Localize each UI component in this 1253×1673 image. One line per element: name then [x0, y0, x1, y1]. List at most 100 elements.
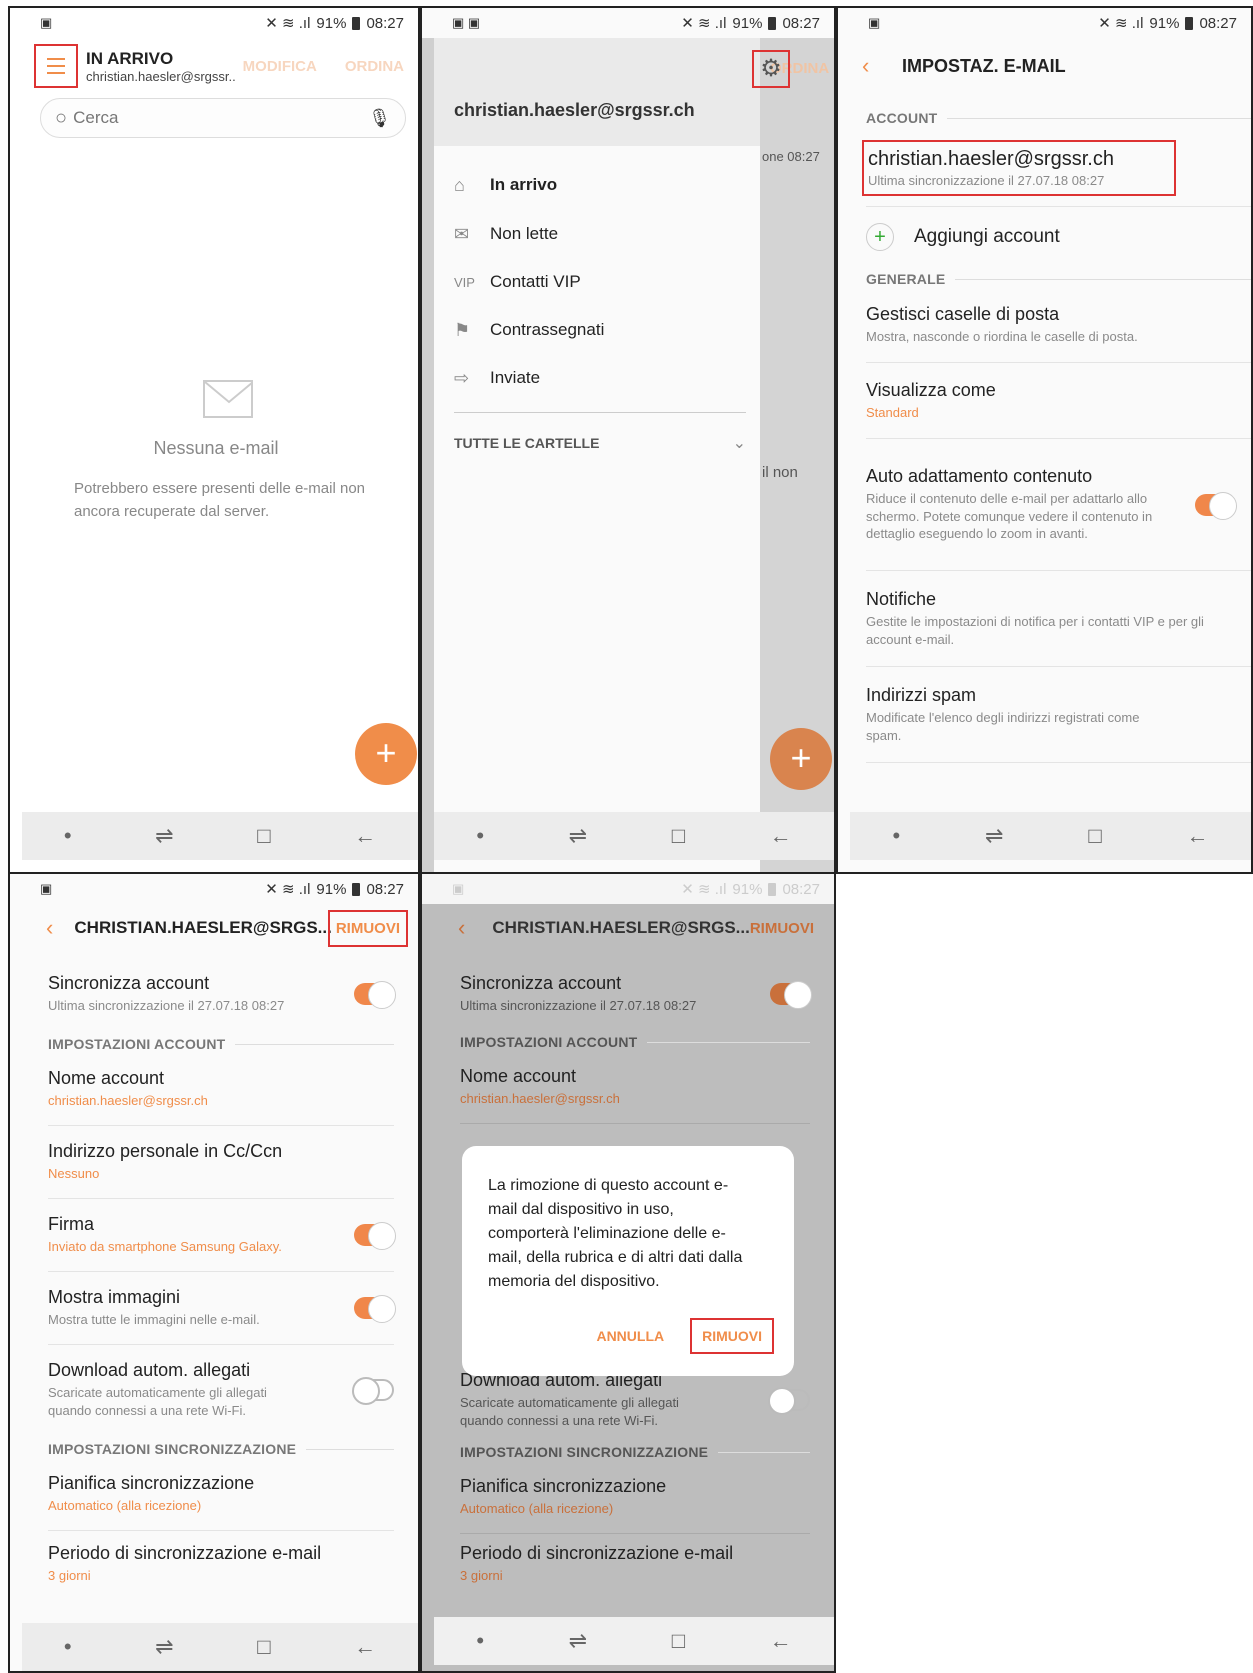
nav-bar: • ⇌ □ ←	[850, 812, 1251, 860]
battery-icon	[1185, 16, 1194, 30]
cancel-button[interactable]: ANNULLA	[596, 1328, 664, 1344]
recent-apps-icon[interactable]: ⇌	[155, 1634, 173, 1660]
back-arrow-icon[interactable]: ‹	[46, 915, 74, 941]
sync-toggle[interactable]	[354, 981, 396, 1009]
row-view-as[interactable]: Visualizza come Standard	[866, 363, 1251, 439]
row-cc-bcc[interactable]: Indirizzo personale in Cc/Ccn Nessuno	[48, 1126, 394, 1199]
row-auto-fit[interactable]: Auto adattamento contenuto Riduce il cont…	[866, 439, 1251, 571]
panel-account-settings: ▣ ✕ ≋ .ıl 91% 08:27 ‹ CHRISTIAN.HAESLER@SRG…	[8, 872, 420, 1673]
mic-icon[interactable]: 🎙	[368, 108, 391, 129]
dot-icon[interactable]: •	[64, 1634, 72, 1660]
home-icon[interactable]: □	[257, 823, 270, 849]
status-icons: ✕ ≋ .ıl	[265, 881, 311, 898]
row-auto-download[interactable]: Download autom. allegati Scaricate automa…	[48, 1345, 394, 1435]
nav-bar: • ⇌ □ ←	[434, 812, 834, 860]
dot-icon[interactable]: •	[476, 1628, 484, 1654]
auto-download-toggle[interactable]	[352, 1377, 394, 1405]
back-icon[interactable]: ←	[770, 823, 792, 849]
back-icon[interactable]: ←	[354, 1634, 376, 1660]
row-account-name[interactable]: Nome account christian.haesler@srgssr.ch	[460, 1050, 810, 1124]
confirm-remove-button[interactable]: RIMUOVI	[690, 1318, 774, 1354]
home-icon[interactable]: □	[672, 823, 685, 849]
chevron-down-icon: ⌄	[732, 435, 746, 452]
battery-icon	[352, 882, 361, 896]
panel-drawer: ▣ ▣ ✕ ≋ .ıl 91% 08:27 ORDINA one 08:27 il n…	[420, 6, 836, 874]
menu-button[interactable]	[34, 44, 78, 88]
gallery-icon: ▣	[868, 15, 881, 30]
row-sync-period[interactable]: Periodo di sincronizzazione e-mail 3 gior…	[460, 1534, 810, 1594]
vip-icon: VIP	[454, 274, 475, 290]
gallery-icon: ▣ ▣	[452, 15, 481, 30]
row-show-images[interactable]: Mostra immagini Mostra tutte le immagini …	[48, 1272, 396, 1345]
sort-button[interactable]: ORDINA	[345, 58, 404, 75]
row-manage-mailboxes[interactable]: Gestisci caselle di posta Mostra, nascond…	[866, 287, 1251, 363]
unread-mail-icon: ✉	[454, 223, 470, 244]
recent-apps-icon[interactable]: ⇌	[155, 823, 173, 849]
panel-email-settings: ▣ ✕ ≋ .ıl 91% 08:27 ‹ IMPOSTAZ. E-MAIL ACCO…	[836, 6, 1253, 874]
remove-button[interactable]: RIMUOVI	[750, 920, 814, 937]
home-icon[interactable]: □	[1088, 823, 1101, 849]
row-sync-account[interactable]: Sincronizza account Ultima sincronizzazio…	[460, 962, 812, 1026]
row-sync-account[interactable]: Sincronizza account Ultima sincronizzazio…	[48, 962, 396, 1026]
search-bar[interactable]: ○ Cerca 🎙	[40, 98, 406, 138]
all-folders-toggle[interactable]: TUTTE LE CARTELLE ⌄	[454, 433, 760, 453]
nav-bar: • ⇌ □ ←	[22, 1623, 418, 1671]
signature-toggle[interactable]	[354, 1222, 396, 1250]
back-arrow-icon[interactable]: ‹	[458, 915, 492, 941]
drawer-item-unread[interactable]: ✉ Non lette	[454, 210, 760, 258]
drawer-item-vip[interactable]: VIP Contatti VIP	[454, 258, 760, 306]
section-sync-settings: IMPOSTAZIONI SINCRONIZZAZIONE	[48, 1441, 394, 1457]
drawer-item-inbox[interactable]: ⌂ In arrivo	[454, 160, 760, 210]
row-signature[interactable]: Firma Inviato da smartphone Samsung Galax…	[48, 1199, 396, 1272]
row-account-name[interactable]: Nome account christian.haesler@srgssr.ch	[48, 1052, 394, 1126]
home-icon[interactable]: □	[672, 1628, 685, 1654]
section-general: GENERALE	[866, 271, 1251, 287]
dot-icon[interactable]: •	[476, 823, 484, 849]
row-spam-addresses[interactable]: Indirizzi spam Modificate l'elenco degli …	[866, 667, 1251, 763]
compose-button[interactable]: +	[770, 728, 832, 790]
recent-apps-icon[interactable]: ⇌	[569, 1628, 587, 1654]
drawer-account: christian.haesler@srgssr.ch	[454, 100, 695, 120]
section-account-settings: IMPOSTAZIONI ACCOUNT	[460, 1034, 810, 1050]
drawer-item-sent[interactable]: ⇨ Inviate	[454, 354, 760, 402]
back-arrow-icon[interactable]: ‹	[862, 53, 902, 79]
auto-fit-toggle[interactable]	[1195, 491, 1237, 520]
dot-icon[interactable]: •	[892, 823, 900, 849]
page-title: CHRISTIAN.HAESLER@SRGS...	[74, 918, 332, 937]
auto-download-toggle[interactable]	[768, 1387, 810, 1415]
dialog-message: La rimozione di questo account e-mail da…	[488, 1177, 743, 1290]
row-sync-schedule[interactable]: Pianifica sincronizzazione Automatico (al…	[460, 1460, 810, 1534]
status-bar: ▣ ✕ ≋ .ıl 91% 08:27	[40, 14, 404, 33]
status-icons: ✕ ≋ .ıl	[1098, 15, 1144, 32]
panel-remove-dialog: ▣ ✕ ≋ .ıl 91% 08:27 ‹ CHRISTIAN.HAESLER@SRG…	[420, 872, 836, 1673]
edit-button[interactable]: MODIFICA	[243, 58, 317, 75]
panel-inbox: ▣ ✕ ≋ .ıl 91% 08:27 IN ARRIVO christian.hae…	[8, 6, 420, 874]
recent-apps-icon[interactable]: ⇌	[985, 823, 1003, 849]
empty-title: Nessuna e-mail	[153, 438, 279, 458]
home-icon[interactable]: □	[257, 1634, 270, 1660]
remove-button[interactable]: RIMUOVI	[327, 909, 409, 947]
back-icon[interactable]: ←	[770, 1628, 792, 1654]
search-placeholder: Cerca	[73, 108, 119, 127]
status-bar: ▣ ✕ ≋ .ıl 91% 08:27	[422, 874, 834, 904]
recent-apps-icon[interactable]: ⇌	[569, 823, 587, 849]
settings-button[interactable]: ⚙	[752, 50, 790, 88]
back-icon[interactable]: ←	[1187, 823, 1209, 849]
remove-account-dialog: La rimozione di questo account e-mail da…	[462, 1146, 794, 1376]
status-icons: ✕ ≋ .ıl	[265, 15, 311, 32]
flag-icon: ⚑	[454, 319, 471, 340]
row-sync-schedule[interactable]: Pianifica sincronizzazione Automatico (al…	[48, 1457, 394, 1531]
sync-toggle[interactable]	[770, 981, 812, 1009]
dot-icon[interactable]: •	[64, 823, 72, 849]
show-images-toggle[interactable]	[354, 1295, 396, 1323]
row-notifications[interactable]: Notifiche Gestite le impostazioni di noti…	[866, 571, 1251, 667]
plus-icon: +	[866, 223, 894, 251]
row-sync-period[interactable]: Periodo di sincronizzazione e-mail 3 gior…	[48, 1531, 394, 1597]
drawer-item-flagged[interactable]: ⚑ Contrassegnati	[454, 306, 760, 354]
back-icon[interactable]: ←	[354, 823, 376, 849]
compose-button[interactable]: +	[355, 723, 417, 785]
account-item[interactable]: christian.haesler@srgssr.ch Ultima sincr…	[862, 140, 1176, 196]
add-account-button[interactable]: + Aggiungi account	[866, 207, 1251, 267]
page-title: IN ARRIVO	[86, 48, 174, 68]
status-icons: ✕ ≋ .ıl	[681, 881, 727, 898]
